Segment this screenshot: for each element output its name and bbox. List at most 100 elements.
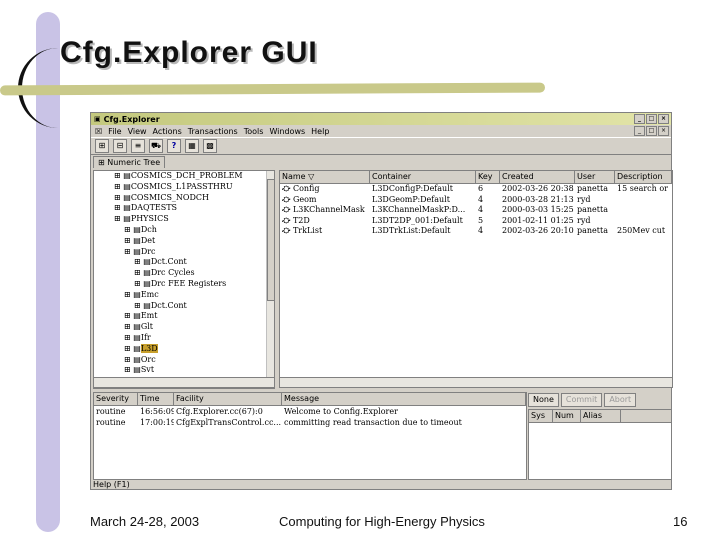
tree-panel[interactable]: ⊞ ▤COSMICS_DCH_PROBLEM ⊞ ▤COSMICS_L1PASST… (93, 170, 275, 389)
child-maximize-icon[interactable]: □ (646, 126, 657, 136)
tree-node[interactable]: ⊞ ▤Drc Cycles (94, 268, 274, 279)
commit-button[interactable]: Commit (560, 393, 603, 407)
copy-icon[interactable]: ▩ (203, 139, 217, 153)
row-name: T2D (292, 215, 310, 225)
menu-icon[interactable]: ☒ (95, 127, 102, 136)
col-header-name[interactable]: Name ▽ (280, 171, 370, 183)
tree-node[interactable]: ⊞ ▤Dct.Cont (94, 301, 274, 312)
tree-icon[interactable]: ⊞ (95, 139, 109, 153)
tree-node[interactable]: ⊞ ▤L3D (94, 343, 274, 355)
tree-node[interactable]: ⊞ ▤COSMICS_L1PASSTHRU (94, 182, 274, 193)
tree-node[interactable]: ⊞ ▤DAQTESTS (94, 203, 274, 214)
expand-icon[interactable]: ⊞ (124, 236, 133, 245)
menu-actions[interactable]: Actions (153, 127, 182, 136)
table-cell: ⛮ L3KChannelMask (280, 205, 370, 216)
none-button[interactable]: None (528, 393, 559, 407)
tree-node[interactable]: ⊞ ▤Dct.Cont (94, 257, 274, 268)
table-row[interactable]: ⛮ TrkList L3DTrkList:Default 4 2002-03-26 2… (280, 226, 672, 237)
col-header-alias[interactable]: Alias (581, 410, 621, 422)
menu-file[interactable]: File (108, 127, 121, 136)
log-row[interactable]: routine 17:00:19 CfgExplTransControl.cc...… (94, 417, 526, 428)
tree-vertical-scrollbar[interactable] (266, 171, 274, 386)
expand-icon[interactable]: ⊞ (124, 365, 133, 374)
log-col-severity[interactable]: Severity (94, 393, 138, 405)
tree-node[interactable]: ⊞ ▤Svt (94, 365, 274, 376)
tree-horizontal-scrollbar[interactable] (93, 377, 275, 388)
menu-tools[interactable]: Tools (244, 127, 264, 136)
tree-node[interactable]: ⊞ ▤Dch (94, 225, 274, 236)
tree-node[interactable]: ⊞ ▤Drc (94, 247, 274, 258)
log-panel[interactable]: Severity Time Facility Message routine 16… (93, 392, 527, 480)
tree-node[interactable]: ⊞ ▤Glt (94, 322, 274, 333)
window-titlebar[interactable]: ▣ Cfg.Explorer _ □ × (91, 113, 671, 125)
abort-button[interactable]: Abort (604, 393, 637, 407)
tree-node[interactable]: ⊞ ▤COSMICS_DCH_PROBLEM (94, 171, 274, 182)
car-icon[interactable]: ⛟ (149, 139, 163, 153)
tab-numeric-tree[interactable]: ⊞ Numeric Tree (93, 156, 166, 168)
expand-icon[interactable]: ⊞ (124, 322, 133, 331)
tree-scroll-thumb[interactable] (267, 179, 274, 301)
menu-transactions[interactable]: Transactions (188, 127, 238, 136)
footer-page-number: 16 (673, 514, 688, 529)
expand-icon[interactable]: ⊞ (124, 290, 133, 299)
list-icon[interactable]: ≡ (131, 139, 145, 153)
expand-icon[interactable]: ⊞ (134, 268, 143, 277)
tree-node[interactable]: ⊞ ▤Emc (94, 290, 274, 301)
table-row[interactable]: ⛮ Geom L3DGeomP:Default 4 2000-03-28 21:13 r… (280, 195, 672, 206)
maximize-icon[interactable]: □ (646, 114, 657, 124)
tree-node[interactable]: ⊞ ▤PHYSICS (94, 214, 274, 225)
tree-node[interactable]: ⊞ ▤Ifr (94, 333, 274, 344)
expand-icon[interactable]: ⊞ (124, 344, 133, 353)
col-header-num[interactable]: Num (553, 410, 581, 422)
expand-icon[interactable]: ⊞ (114, 193, 123, 202)
table-row[interactable]: ⛮ T2D L3DT2DP_001:Default 5 2001-02-11 01:2… (280, 216, 672, 227)
expand-icon[interactable]: ⊞ (114, 214, 123, 223)
table-cell: ryd (577, 194, 591, 204)
table-row[interactable]: ⛮ L3KChannelMask L3KChannelMaskP:D... 4 200… (280, 205, 672, 216)
tree-node[interactable]: ⊞ ▤Drc FEE Registers (94, 279, 274, 290)
tree-node[interactable]: ⊞ ▤Emt (94, 311, 274, 322)
alias-table[interactable]: Sys Num Alias (528, 409, 672, 480)
expand-icon[interactable]: ⊞ (124, 311, 133, 320)
log-col-facility[interactable]: Facility (174, 393, 282, 405)
tree-node[interactable]: ⊞ ▤Orc (94, 355, 274, 366)
log-col-message[interactable]: Message (282, 393, 526, 405)
log-col-time[interactable]: Time (138, 393, 174, 405)
container-list[interactable]: Name ▽ Container Key Created User Descri… (279, 170, 673, 387)
expand-icon[interactable]: ⊞ (114, 203, 123, 212)
close-icon[interactable]: × (658, 114, 669, 124)
col-header-key[interactable]: Key (476, 171, 500, 183)
tree-node[interactable]: ⊞ ▤Det (94, 236, 274, 247)
menu-help[interactable]: Help (311, 127, 329, 136)
expand-icon[interactable]: ⊞ (134, 301, 143, 310)
minimize-icon[interactable]: _ (634, 114, 645, 124)
paste-icon[interactable]: ▦ (185, 139, 199, 153)
col-header-user[interactable]: User (575, 171, 615, 183)
table-row[interactable]: ⛮ Config L3DConfigP:Default 6 2002-03-26 20… (280, 184, 672, 195)
log-row[interactable]: routine 16:56:09 Cfg.Explorer.cc(67):0 Welc… (94, 406, 526, 417)
tabstrip: ⊞ Numeric Tree (91, 155, 671, 168)
col-header-sys[interactable]: Sys (529, 410, 553, 422)
help-icon[interactable]: ? (167, 139, 181, 153)
tree-node-label: PHYSICS (130, 214, 169, 224)
expand-icon[interactable]: ⊞ (114, 182, 123, 191)
menu-view[interactable]: View (128, 127, 147, 136)
expand-icon[interactable]: ⊞ (124, 225, 133, 234)
menu-windows[interactable]: Windows (269, 127, 305, 136)
config-icon: ⛮ (282, 215, 293, 225)
expand-icon[interactable]: ⊞ (124, 247, 133, 256)
col-header-created[interactable]: Created (500, 171, 575, 183)
child-minimize-icon[interactable]: _ (634, 126, 645, 136)
expand-icon[interactable]: ⊞ (124, 355, 133, 364)
child-close-icon[interactable]: × (658, 126, 669, 136)
tree-alt-icon[interactable]: ⊟ (113, 139, 127, 153)
expand-icon[interactable]: ⊞ (114, 171, 123, 180)
list-horizontal-scrollbar[interactable] (279, 377, 673, 388)
expand-icon[interactable]: ⊞ (134, 279, 143, 288)
table-cell: 4 (478, 205, 484, 214)
expand-icon[interactable]: ⊞ (134, 257, 143, 266)
col-header-container[interactable]: Container (370, 171, 476, 183)
tree-node[interactable]: ⊞ ▤COSMICS_NODCH (94, 193, 274, 204)
expand-icon[interactable]: ⊞ (124, 333, 133, 342)
col-header-description[interactable]: Description (615, 171, 672, 183)
